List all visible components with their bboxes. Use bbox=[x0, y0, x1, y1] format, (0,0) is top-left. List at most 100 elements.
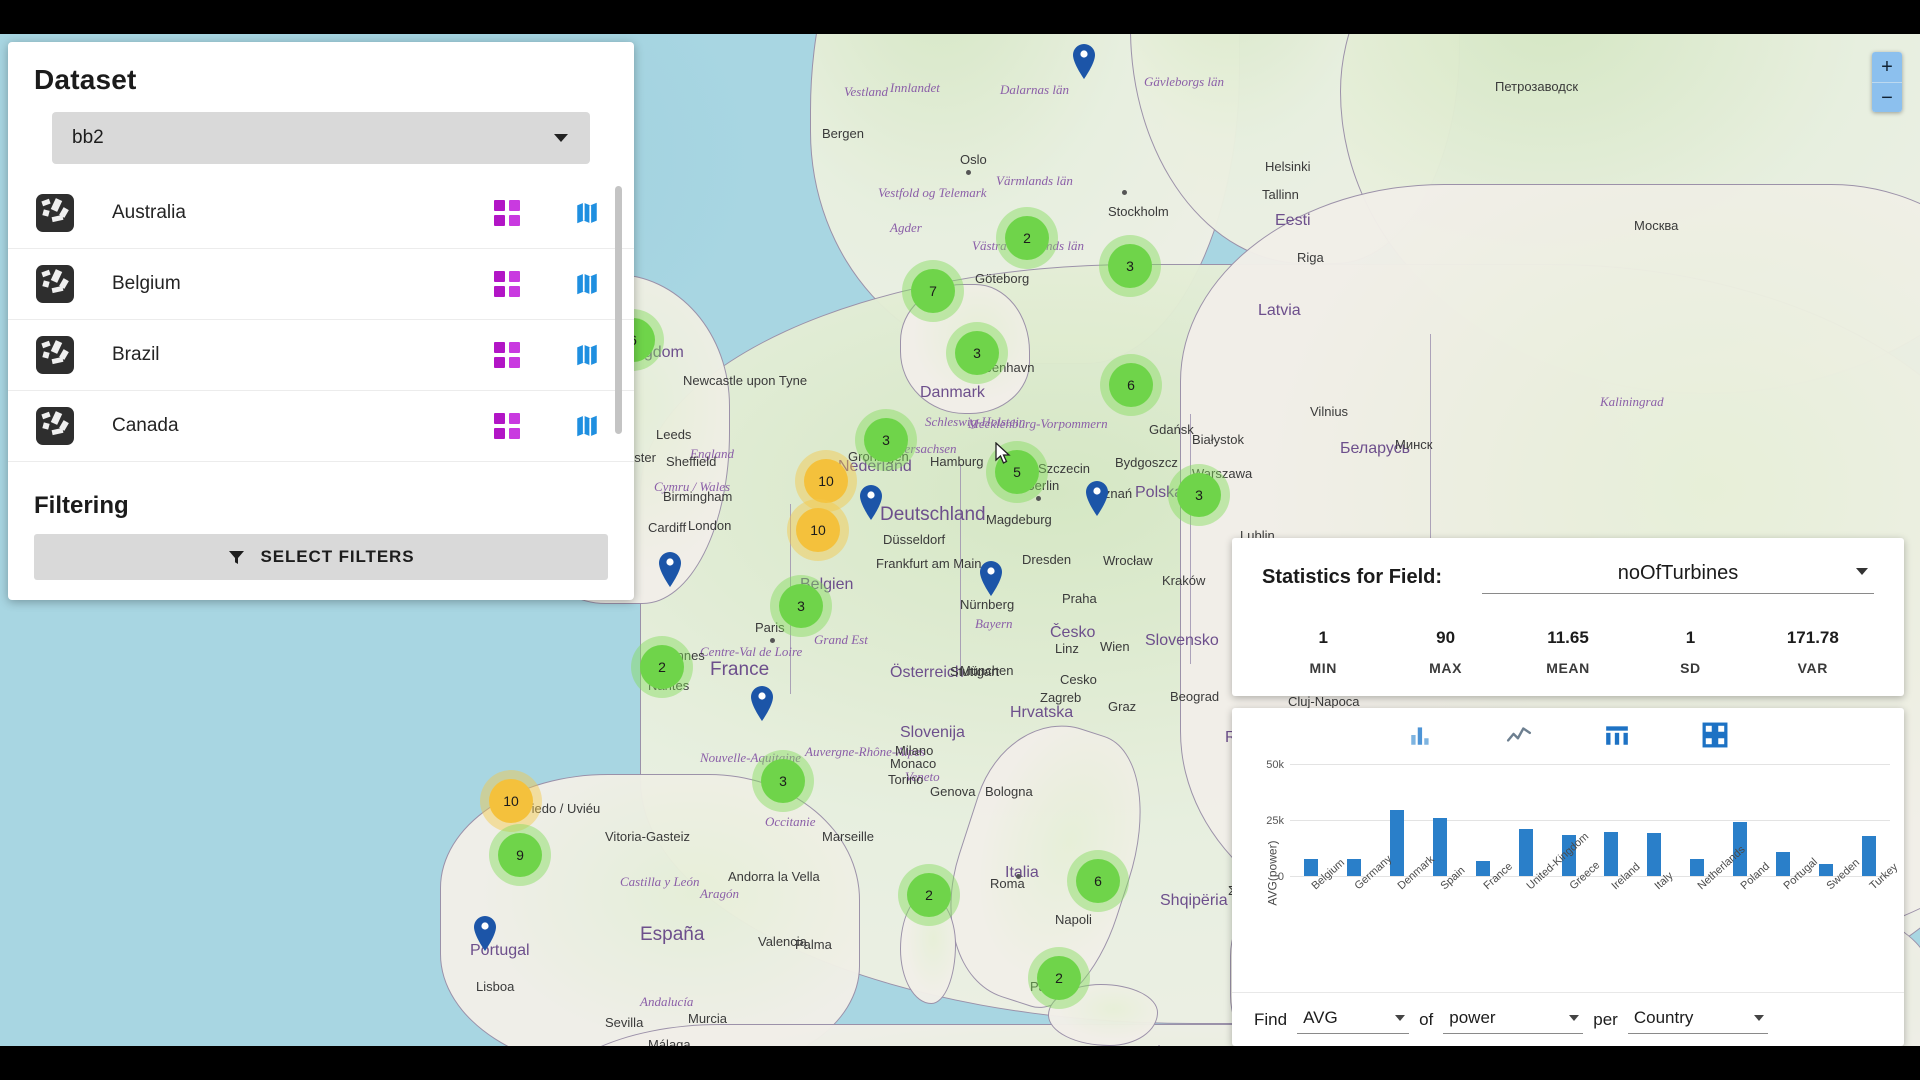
statistics-title: Statistics for Field: bbox=[1262, 566, 1443, 588]
bar-chart-icon[interactable] bbox=[1407, 722, 1435, 748]
map-cluster-marker[interactable]: 2 bbox=[1005, 216, 1049, 260]
grid-icon[interactable] bbox=[494, 200, 520, 226]
country-list-scrollbar[interactable] bbox=[615, 186, 622, 464]
country-row-label: Belgium bbox=[112, 273, 181, 294]
map-pin-marker[interactable] bbox=[1084, 479, 1110, 517]
dataset-select-value: bb2 bbox=[72, 127, 104, 148]
chevron-down-icon bbox=[1569, 1014, 1580, 1021]
map-cluster-marker[interactable]: 7 bbox=[911, 269, 955, 313]
map-cluster-marker[interactable]: 3 bbox=[955, 331, 999, 375]
chart-bar[interactable] bbox=[1390, 809, 1405, 876]
field-select[interactable]: power bbox=[1443, 1006, 1584, 1034]
dataset-thumbnail-icon bbox=[36, 336, 74, 374]
chart-bar[interactable] bbox=[1818, 863, 1833, 876]
statistic-value: 1 bbox=[1318, 628, 1328, 647]
country-row[interactable]: Brazil bbox=[8, 320, 634, 391]
map-cluster-marker[interactable]: 10 bbox=[796, 508, 840, 552]
chart-panel: AVG(power) 0 25k 50k Belgium Germany Denmark… bbox=[1232, 708, 1904, 1046]
country-row[interactable]: China bbox=[8, 462, 634, 472]
map-cluster-marker[interactable]: 3 bbox=[1177, 473, 1221, 517]
statistic-value: 171.78 bbox=[1786, 628, 1839, 647]
chart-bar[interactable] bbox=[1475, 860, 1490, 876]
map-pin-marker[interactable] bbox=[657, 550, 683, 588]
application-root: Deutschland France España Portugal Itali… bbox=[0, 0, 1920, 1080]
aggregate-value: AVG bbox=[1303, 1007, 1338, 1027]
country-list[interactable]: AustraliaBelgiumBrazilCanadaChinaGermany… bbox=[8, 178, 634, 472]
map-cluster-marker[interactable]: 3 bbox=[761, 759, 805, 803]
country-row[interactable]: Australia bbox=[8, 178, 634, 249]
chart-y-tick-label: 0 bbox=[1277, 871, 1284, 883]
map-pin-marker[interactable] bbox=[978, 559, 1004, 597]
of-label: of bbox=[1419, 1009, 1434, 1029]
map-icon[interactable] bbox=[574, 200, 600, 226]
statistic-key: MEAN bbox=[1546, 660, 1590, 676]
zoom-out-button[interactable]: − bbox=[1872, 82, 1902, 112]
line-chart-icon[interactable] bbox=[1505, 722, 1533, 748]
map-cluster-marker[interactable]: 10 bbox=[489, 779, 533, 823]
statistics-panel: Statistics for Field: noOfTurbines 1 90 11… bbox=[1232, 538, 1904, 696]
country-row[interactable]: Canada bbox=[8, 391, 634, 462]
grid-icon[interactable] bbox=[494, 271, 520, 297]
chart-type-toolbar bbox=[1232, 708, 1904, 754]
map-cluster-marker[interactable]: 10 bbox=[804, 459, 848, 503]
chart-bar[interactable] bbox=[1647, 833, 1662, 876]
map-pin-marker[interactable] bbox=[1071, 42, 1097, 80]
chart-bar[interactable] bbox=[1304, 858, 1319, 876]
chart-x-label-wrapper: Portugal bbox=[1761, 856, 1819, 970]
group-by-select[interactable]: Country bbox=[1627, 1006, 1768, 1034]
map-icon[interactable] bbox=[574, 413, 600, 439]
chart-x-label-wrapper: France bbox=[1461, 860, 1514, 970]
chart-bar[interactable] bbox=[1690, 858, 1705, 876]
chevron-down-icon bbox=[554, 134, 568, 142]
panel-title: Dataset bbox=[34, 64, 137, 95]
map-cluster-marker[interactable]: 6 bbox=[1109, 363, 1153, 407]
chart-bar-wrapper bbox=[1590, 764, 1633, 876]
map-pin-marker[interactable] bbox=[472, 914, 498, 952]
map-pin-marker[interactable] bbox=[858, 483, 884, 521]
grid-icon[interactable] bbox=[1701, 722, 1729, 748]
aggregate-select[interactable]: AVG bbox=[1297, 1006, 1410, 1034]
map-cluster-marker[interactable]: 9 bbox=[498, 833, 542, 877]
chart-bar[interactable] bbox=[1775, 851, 1790, 876]
chart-bar[interactable] bbox=[1518, 829, 1533, 876]
map-city-dot bbox=[1016, 874, 1021, 879]
dataset-select[interactable]: bb2 bbox=[52, 112, 590, 164]
chart-bar[interactable] bbox=[1433, 818, 1447, 876]
chart-x-label-wrapper: Turkey bbox=[1847, 861, 1900, 970]
chart-x-label-wrapper: Sweden bbox=[1804, 857, 1862, 970]
country-row[interactable]: Belgium bbox=[8, 249, 634, 320]
dataset-thumbnail-icon bbox=[36, 265, 74, 303]
chart-bar[interactable] bbox=[1347, 858, 1362, 876]
grid-icon[interactable] bbox=[494, 413, 520, 439]
grid-icon[interactable] bbox=[494, 342, 520, 368]
table-icon[interactable] bbox=[1603, 722, 1631, 748]
select-filters-button[interactable]: SELECT FILTERS bbox=[34, 534, 608, 580]
map-icon[interactable] bbox=[574, 271, 600, 297]
map-zoom-control[interactable]: + − bbox=[1872, 52, 1902, 112]
chart-x-label-wrapper: Netherlands bbox=[1676, 844, 1748, 970]
map-pin-marker[interactable] bbox=[749, 684, 775, 722]
statistics-field-select[interactable]: noOfTurbines bbox=[1482, 562, 1874, 594]
chart-x-axis-labels: Belgium Germany Denmark Spain France United-K… bbox=[1290, 831, 1900, 970]
map-icon[interactable] bbox=[574, 342, 600, 368]
map-cluster-marker[interactable]: 3 bbox=[779, 584, 823, 628]
chevron-down-icon bbox=[1395, 1014, 1406, 1021]
filtering-title: Filtering bbox=[34, 492, 129, 519]
scrollbar-thumb[interactable] bbox=[615, 186, 622, 434]
per-label: per bbox=[1593, 1009, 1618, 1029]
zoom-in-button[interactable]: + bbox=[1872, 52, 1902, 82]
map-cluster-marker[interactable]: 2 bbox=[640, 645, 684, 689]
chart-bar[interactable] bbox=[1604, 832, 1619, 876]
statistics-keys-row: MIN MAX MEAN SD VAR bbox=[1262, 660, 1874, 676]
statistic-key: MIN bbox=[1309, 660, 1337, 676]
statistic-key: MAX bbox=[1429, 660, 1463, 676]
map-city-dot bbox=[1036, 496, 1041, 501]
map-cluster-marker[interactable]: 5 bbox=[995, 450, 1039, 494]
map-cluster-marker[interactable]: 3 bbox=[1108, 244, 1152, 288]
map-cluster-marker[interactable]: 2 bbox=[907, 873, 951, 917]
map-cluster-marker[interactable]: 2 bbox=[1037, 956, 1081, 1000]
chart-bar[interactable] bbox=[1861, 835, 1876, 876]
map-cluster-marker[interactable]: 3 bbox=[864, 418, 908, 462]
chart-bar-wrapper bbox=[1761, 764, 1804, 876]
map-cluster-marker[interactable]: 6 bbox=[1076, 859, 1120, 903]
